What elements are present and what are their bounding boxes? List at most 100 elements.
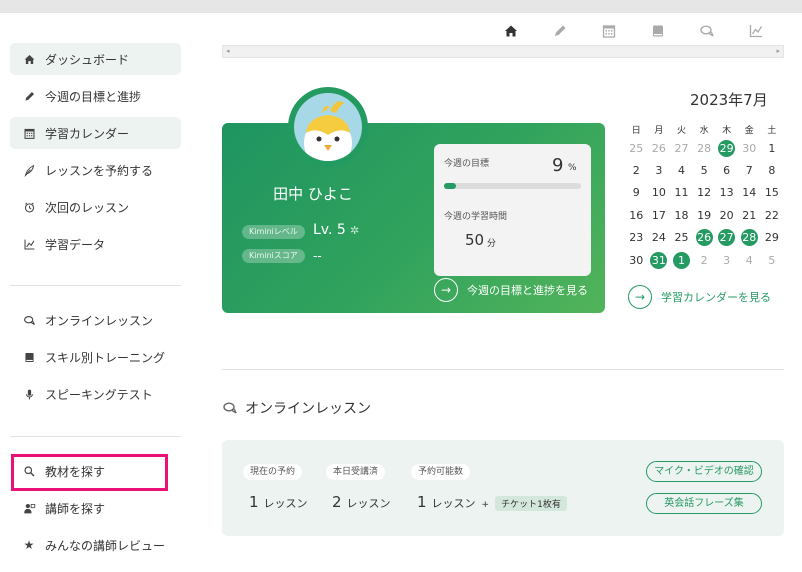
calendar-day[interactable]: 27	[670, 137, 693, 159]
calendar-day[interactable]: 19	[693, 204, 716, 226]
online-lesson-title: オンラインレッスン	[245, 401, 371, 417]
calendar-day[interactable]: 3	[648, 159, 671, 181]
sidebar-item-next-lesson[interactable]: 次回のレッスン	[10, 191, 181, 223]
calendar-day[interactable]: 1	[670, 249, 693, 271]
calendar-day[interactable]: 8	[761, 159, 784, 181]
scroll-left-icon[interactable]: ◂	[226, 47, 230, 55]
sidebar-item-speaking-test[interactable]: スピーキングテスト	[10, 378, 181, 410]
calendar-day[interactable]: 23	[625, 227, 648, 249]
gear-icon[interactable]: ✲	[350, 224, 359, 237]
calendar-weekday: 火	[676, 125, 686, 136]
calendar-day[interactable]: 10	[648, 182, 671, 204]
study-time-unit: 分	[487, 239, 497, 249]
calendar-day[interactable]: 4	[738, 249, 761, 271]
calendar-day[interactable]: 26	[693, 227, 716, 249]
calendar-day[interactable]: 27	[715, 227, 738, 249]
completed-today-value: 2 レッスン	[332, 493, 391, 511]
scroll-right-icon[interactable]: ▸	[776, 47, 780, 55]
calendar-day[interactable]: 21	[738, 204, 761, 226]
teacher-icon	[23, 503, 35, 513]
nav-goals[interactable]	[535, 13, 584, 48]
feather-icon	[24, 164, 34, 177]
calendar-day[interactable]: 29	[761, 227, 784, 249]
sidebar-item-calendar[interactable]: 学習カレンダー	[10, 117, 181, 149]
calendar-day[interactable]: 30	[738, 137, 761, 159]
calendar-day[interactable]: 26	[648, 137, 671, 159]
weekly-goals-link[interactable]: → 今週の目標と進捗を見る	[434, 278, 588, 302]
nav-home[interactable]	[486, 13, 535, 48]
sidebar-item-label: ダッシュボード	[45, 52, 130, 67]
calendar-day[interactable]: 13	[715, 182, 738, 204]
calendar-day[interactable]: 25	[670, 227, 693, 249]
sidebar-item-book-lesson[interactable]: レッスンを予約する	[10, 154, 181, 186]
clock-icon	[24, 202, 34, 212]
calendar-day[interactable]: 1	[761, 137, 784, 159]
calendar-day[interactable]: 16	[625, 204, 648, 226]
sidebar-item-learning-data[interactable]: 学習データ	[10, 228, 181, 260]
current-reservations-label: 現在の予約	[243, 464, 303, 480]
calendar-day[interactable]: 28	[738, 227, 761, 249]
sidebar-item-find-teacher[interactable]: 講師を探す	[10, 492, 181, 524]
goal-label: 今週の目標	[444, 159, 490, 169]
calendar-day[interactable]: 14	[738, 182, 761, 204]
calendar-day[interactable]: 29	[715, 137, 738, 159]
calendar-day[interactable]: 6	[715, 159, 738, 181]
sidebar-divider	[10, 285, 181, 286]
calendar-day[interactable]: 2	[693, 249, 716, 271]
level-value: Lv. 5	[313, 222, 346, 238]
current-reservations-value: 1 レッスン	[249, 493, 308, 511]
horizontal-scrollbar[interactable]: ◂ ▸	[222, 45, 784, 58]
study-time-label: 今週の学習時間	[444, 212, 508, 222]
calendar-day[interactable]: 3	[715, 249, 738, 271]
chart-icon	[749, 24, 762, 37]
sidebar-item-online-lesson[interactable]: オンラインレッスン	[10, 304, 181, 336]
calendar-day[interactable]: 20	[715, 204, 738, 226]
calendar-title: 2023年7月	[690, 91, 768, 109]
sidebar-item-label: スピーキングテスト	[45, 387, 153, 402]
star-icon: ★	[23, 538, 35, 552]
available-bookings-label: 予約可能数	[411, 464, 471, 480]
calendar-day[interactable]: 24	[648, 227, 671, 249]
calendar-day[interactable]: 28	[693, 137, 716, 159]
goal-progress-fill	[444, 183, 457, 189]
highlight-box	[11, 454, 168, 491]
calendar-day[interactable]: 2	[625, 159, 648, 181]
sidebar-item-dashboard[interactable]: ダッシュボード	[10, 43, 181, 75]
nav-data[interactable]	[731, 13, 780, 48]
pencil-icon	[554, 25, 565, 36]
calendar-day[interactable]: 9	[625, 182, 648, 204]
sidebar: ダッシュボード 今週の目標と進捗 学習カレンダー レッスンを予約する 次回のレッ…	[10, 43, 181, 265]
calendar-day[interactable]: 30	[625, 249, 648, 271]
nav-calendar[interactable]	[584, 13, 633, 48]
mic-video-check-button[interactable]: マイク・ビデオの確認	[646, 461, 762, 482]
calendar-day[interactable]: 22	[761, 204, 784, 226]
phrase-book-button[interactable]: 英会話フレーズ集	[646, 493, 762, 514]
home-icon	[24, 54, 34, 64]
goal-value: 9	[552, 155, 564, 176]
calendar-day[interactable]: 18	[670, 204, 693, 226]
calendar-day[interactable]: 12	[693, 182, 716, 204]
calendar-day[interactable]: 31	[648, 249, 671, 271]
online-lesson-panel	[222, 440, 784, 536]
nav-online[interactable]	[682, 13, 731, 48]
calendar-day[interactable]: 5	[693, 159, 716, 181]
nav-training[interactable]	[633, 13, 682, 48]
sidebar-item-skill-training[interactable]: スキル別トレーニング	[10, 341, 181, 373]
calendar-day[interactable]: 5	[761, 249, 784, 271]
calendar-link[interactable]: → 学習カレンダーを見る	[628, 285, 771, 309]
calendar-day[interactable]: 11	[670, 182, 693, 204]
calendar-weekday: 日	[631, 125, 641, 136]
section-divider	[222, 369, 784, 370]
calendar-day[interactable]: 7	[738, 159, 761, 181]
sidebar-item-label: スキル別トレーニング	[45, 350, 166, 365]
calendar-weekday: 土	[767, 125, 777, 136]
sidebar-item-teacher-reviews[interactable]: ★ みんなの講師レビュー	[10, 529, 181, 561]
sidebar-item-weekly-goals[interactable]: 今週の目標と進捗	[10, 80, 181, 112]
calendar-day[interactable]: 17	[648, 204, 671, 226]
calendar-day[interactable]: 4	[670, 159, 693, 181]
sidebar-group-lessons: オンラインレッスン スキル別トレーニング スピーキングテスト	[10, 304, 181, 415]
calendar-day[interactable]: 15	[761, 182, 784, 204]
calendar-weekday: 木	[722, 125, 732, 136]
calendar: 日月火水木金土 25 26 27 28 29 30 1 2 3 4 5 6 7 8 9 10 11 12 13 14 1…	[625, 121, 783, 271]
calendar-day[interactable]: 25	[625, 137, 648, 159]
